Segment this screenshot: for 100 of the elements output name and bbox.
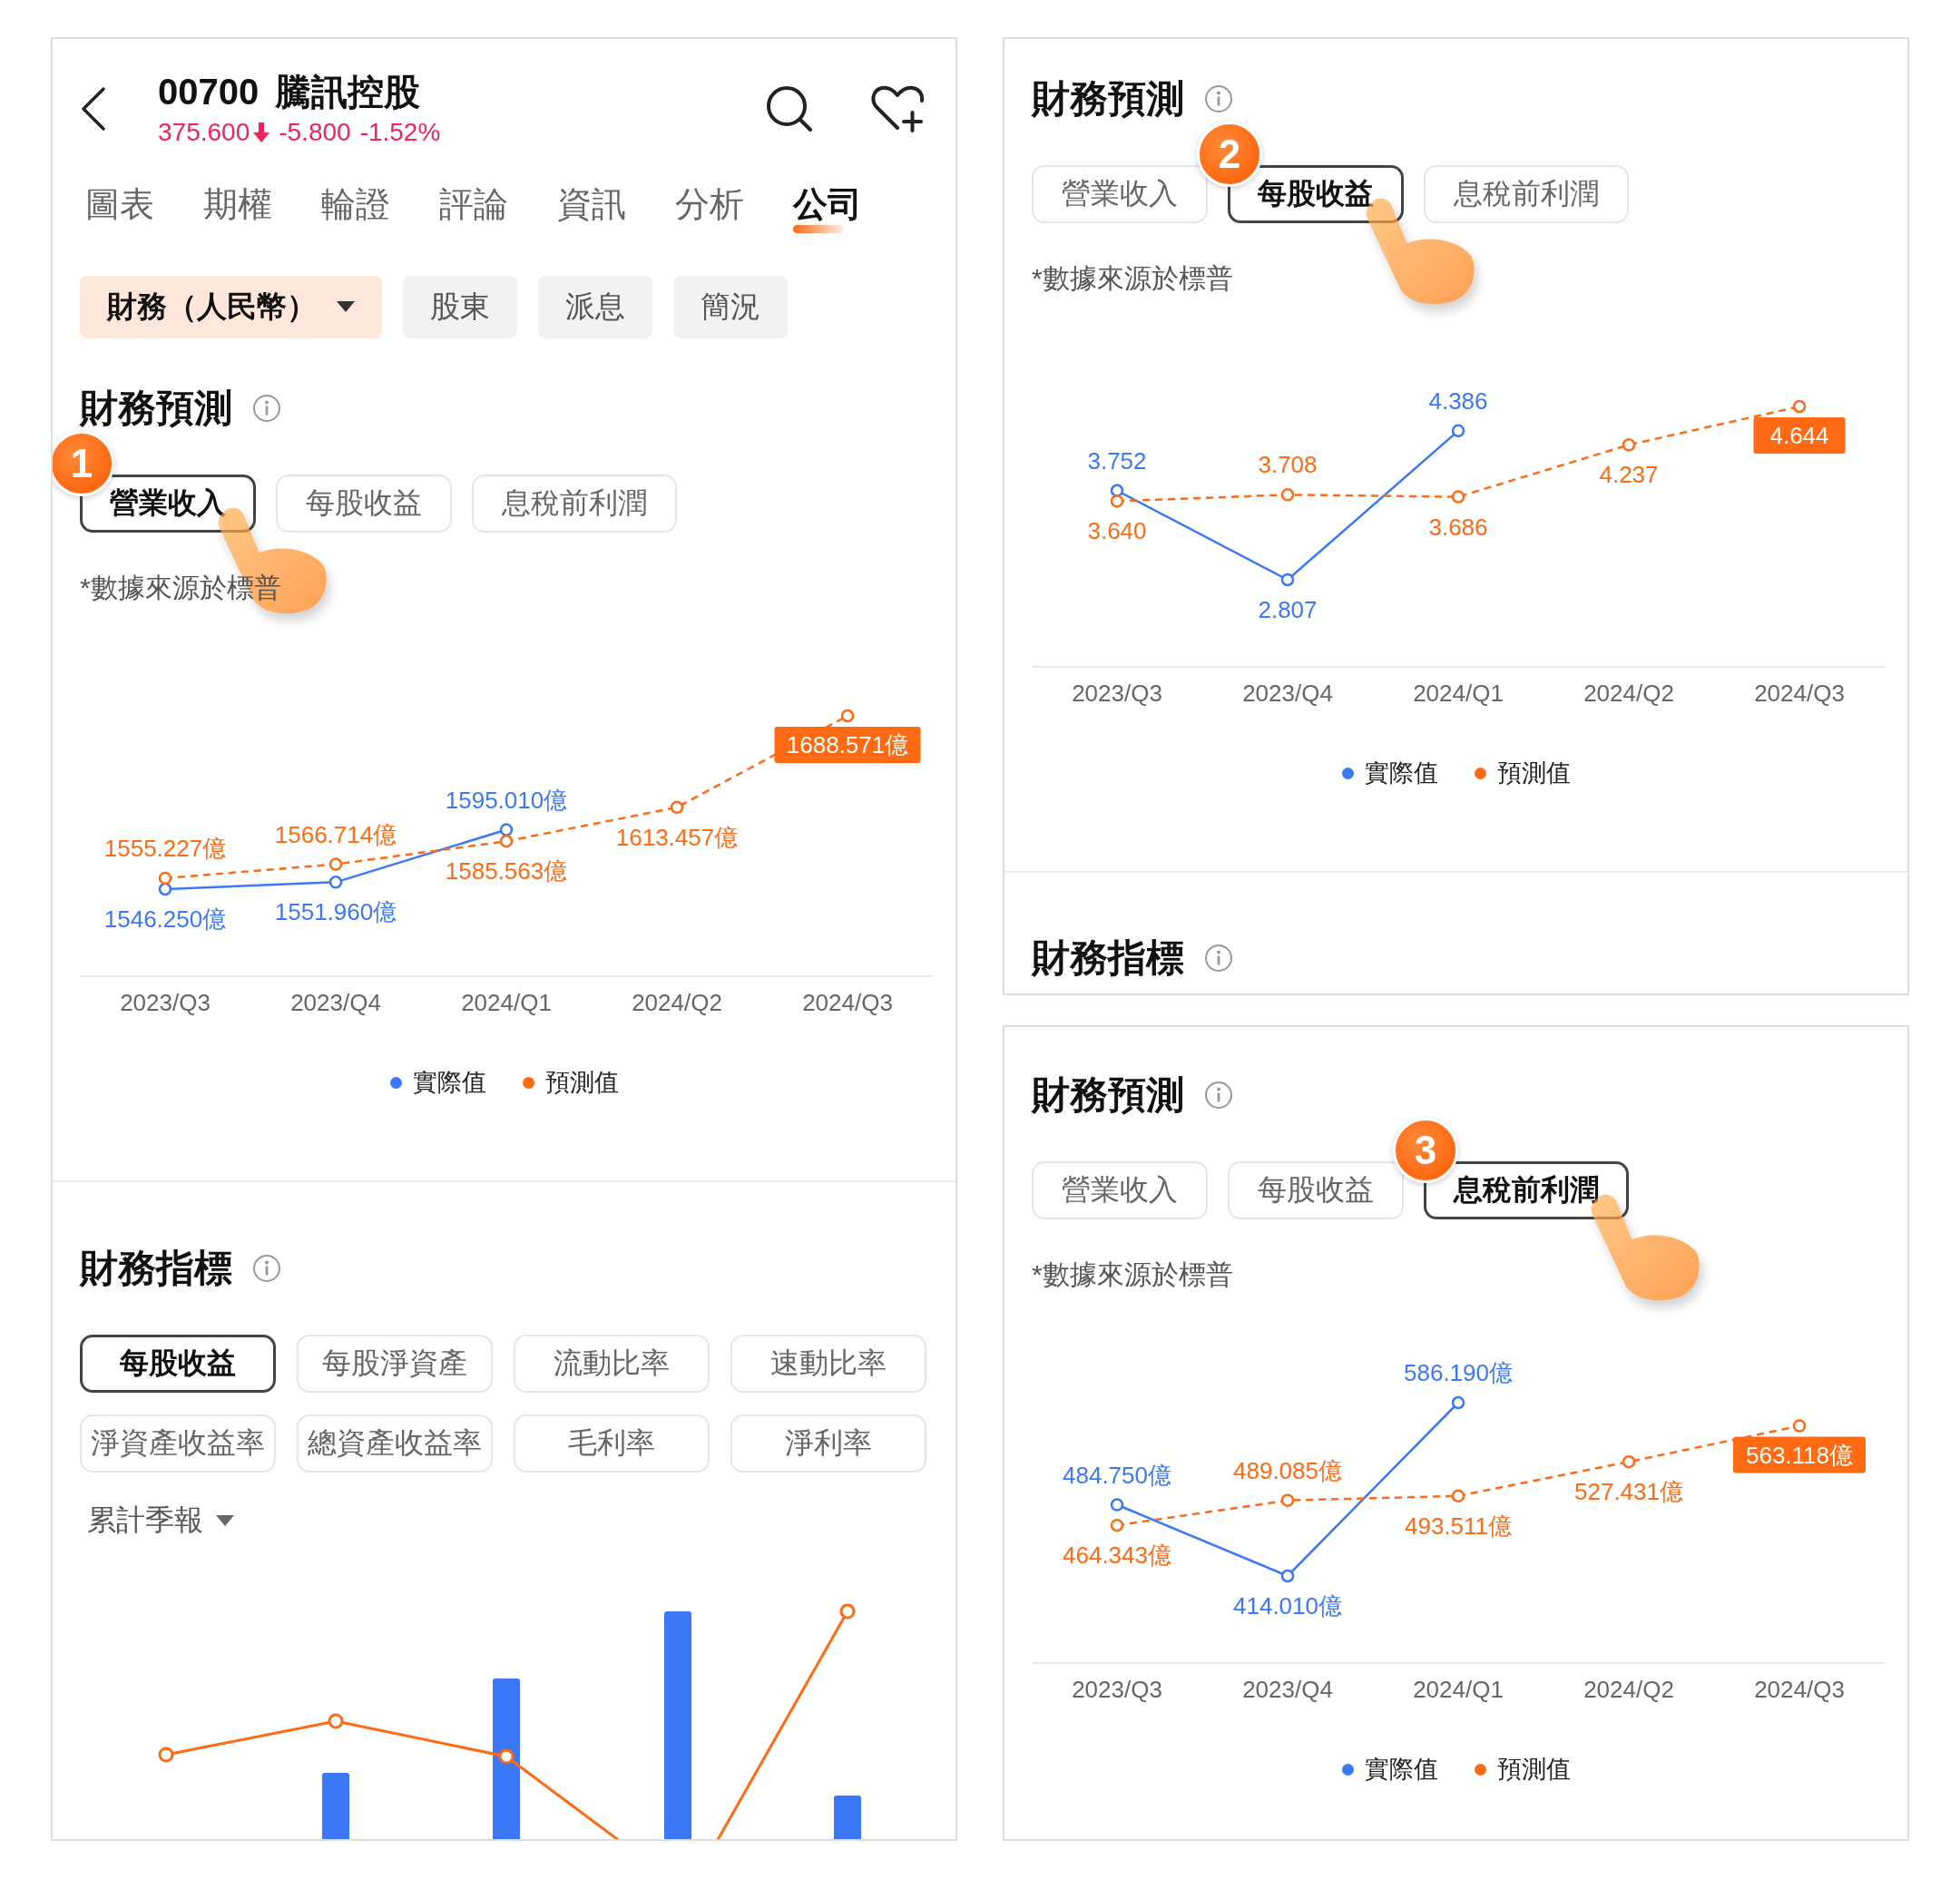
axis-label: 2024/Q1 [1413, 1676, 1504, 1703]
value-badge: 563.118億 [1733, 1436, 1866, 1473]
data-label: 2.807 [1258, 596, 1318, 623]
category-chip[interactable]: 派息 [538, 276, 652, 338]
step-badge: 3 [1393, 1118, 1458, 1183]
search-icon[interactable] [765, 84, 814, 133]
data-label: 1613.457億 [615, 823, 739, 851]
indicator-tab[interactable]: 毛利率 [514, 1414, 710, 1473]
axis-label: 2024/Q2 [1583, 680, 1674, 707]
category-chip[interactable]: 財務（人民幣） [80, 276, 382, 338]
data-point [158, 1747, 174, 1763]
axis-label: 2023/Q4 [1242, 1676, 1333, 1703]
axis-label: 2023/Q3 [120, 989, 211, 1016]
axis-label: 2023/Q3 [1072, 680, 1162, 707]
section-title: 財務預測 [1032, 76, 1184, 122]
legend-label: 實際值 [1364, 758, 1438, 788]
section-title: 財務指標 [1032, 935, 1184, 981]
period-dropdown[interactable]: 累計季報 [87, 1501, 203, 1541]
indicator-tab[interactable]: 流動比率 [514, 1335, 710, 1393]
axis-label: 2024/Q2 [1583, 1676, 1674, 1703]
data-label: 484.750億 [1063, 1461, 1171, 1489]
data-label: 1555.227億 [103, 834, 227, 862]
source-note: *數據來源於標普 [1032, 1261, 1233, 1288]
down-arrow-icon [253, 122, 270, 142]
data-point [498, 1748, 514, 1765]
legend-label: 實際值 [1364, 1755, 1438, 1785]
metric-tab[interactable]: 營業收入 [1032, 165, 1208, 223]
nav-tab[interactable]: 輪證 [321, 182, 390, 235]
value-badge: 1688.571億 [774, 727, 921, 763]
category-chip[interactable]: 股東 [403, 276, 517, 338]
metric-tab[interactable]: 每股收益 [276, 475, 452, 533]
section-title: 財務預測 [80, 386, 232, 431]
info-icon[interactable] [252, 394, 281, 423]
nav-tab[interactable]: 期權 [203, 182, 272, 235]
axis-label: 2024/Q2 [632, 989, 722, 1016]
stock-price: 375.600 [158, 118, 250, 147]
stock-code: 00700 [158, 71, 260, 113]
data-label: 4.237 [1599, 461, 1659, 489]
nav-tab[interactable]: 分析 [675, 182, 744, 235]
data-label: 563.118億 [1745, 1441, 1854, 1469]
caret-icon [216, 1514, 234, 1527]
data-label: 1688.571億 [786, 731, 909, 758]
bar [834, 1796, 861, 1839]
data-label: 489.085億 [1233, 1456, 1342, 1484]
nav-tab[interactable]: 圖表 [85, 182, 154, 235]
metric-tab[interactable]: 每股收益 [1228, 1161, 1404, 1219]
indicator-tab[interactable]: 總資產收益率 [297, 1414, 493, 1473]
data-label: 1595.010億 [445, 786, 568, 814]
data-label: 414.010億 [1233, 1592, 1342, 1620]
metric-tab[interactable]: 息稅前利潤 [1424, 165, 1629, 223]
data-label: 464.343億 [1063, 1541, 1171, 1570]
legend-label: 預測值 [544, 1068, 619, 1098]
indicator-tab[interactable]: 淨資產收益率 [80, 1414, 276, 1473]
data-label: 1566.714億 [274, 820, 397, 848]
nav-tab[interactable]: 資訊 [557, 182, 626, 235]
info-icon[interactable] [1204, 1081, 1233, 1110]
value-badge: 4.644 [1753, 417, 1846, 454]
axis-label: 2024/Q1 [461, 989, 552, 1016]
section-title: 財務指標 [80, 1246, 232, 1291]
data-label: 1585.563億 [445, 857, 568, 886]
data-label: 1546.250億 [103, 905, 227, 933]
data-label: 493.511億 [1404, 1512, 1513, 1540]
info-icon[interactable] [252, 1254, 281, 1283]
heart-plus-icon[interactable] [870, 84, 925, 133]
data-label: 527.431億 [1574, 1478, 1683, 1506]
axis-label: 2023/Q4 [1242, 680, 1333, 707]
legend-label: 預測值 [1496, 758, 1571, 788]
data-label: 1551.960億 [274, 898, 397, 926]
data-point [839, 1603, 856, 1620]
axis-label: 2024/Q3 [802, 989, 893, 1016]
source-note: *數據來源於標普 [1032, 265, 1233, 292]
category-chip[interactable]: 簡況 [673, 276, 788, 338]
legend-label: 實際值 [412, 1068, 486, 1098]
info-icon[interactable] [1204, 944, 1233, 973]
nav-tab[interactable]: 公司 [793, 182, 862, 235]
info-icon[interactable] [1204, 84, 1233, 113]
metric-tab[interactable]: 營業收入 [1032, 1161, 1208, 1219]
data-label: 3.640 [1087, 517, 1147, 545]
axis-label: 2024/Q1 [1413, 680, 1504, 707]
caret-icon [337, 301, 355, 313]
nav-tab[interactable]: 評論 [439, 182, 508, 235]
metric-tab[interactable]: 息稅前利潤 [472, 475, 677, 533]
axis-label: 2024/Q3 [1754, 1676, 1845, 1703]
axis-label: 2023/Q4 [290, 989, 381, 1016]
percent-change: -1.52% [359, 118, 441, 147]
indicator-tab[interactable]: 速動比率 [730, 1335, 926, 1393]
data-point [328, 1713, 344, 1729]
back-icon[interactable] [80, 86, 107, 132]
indicator-tab[interactable]: 每股收益 [80, 1335, 276, 1393]
price-change: -5.800 [279, 118, 351, 147]
data-label: 3.708 [1258, 451, 1318, 479]
legend-label: 預測值 [1496, 1755, 1571, 1785]
section-title: 財務預測 [1032, 1072, 1184, 1118]
indicator-tab[interactable]: 淨利率 [730, 1414, 926, 1473]
data-label: 586.190億 [1404, 1359, 1513, 1386]
stock-name: 騰訊控股 [275, 70, 421, 113]
data-label: 3.686 [1428, 513, 1488, 541]
axis-label: 2024/Q3 [1754, 680, 1845, 707]
data-label: 3.752 [1087, 446, 1147, 475]
indicator-tab[interactable]: 每股淨資產 [297, 1335, 493, 1393]
